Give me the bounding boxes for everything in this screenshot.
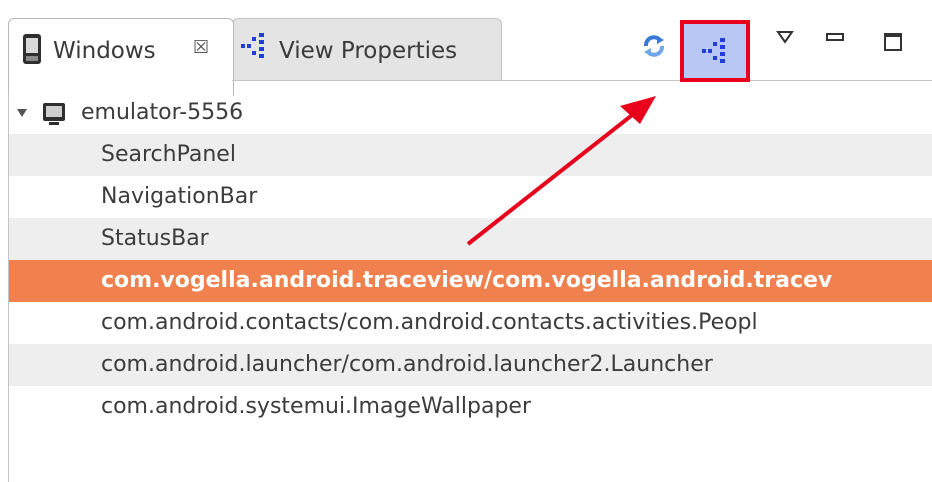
annotation-arrow — [466, 96, 656, 246]
